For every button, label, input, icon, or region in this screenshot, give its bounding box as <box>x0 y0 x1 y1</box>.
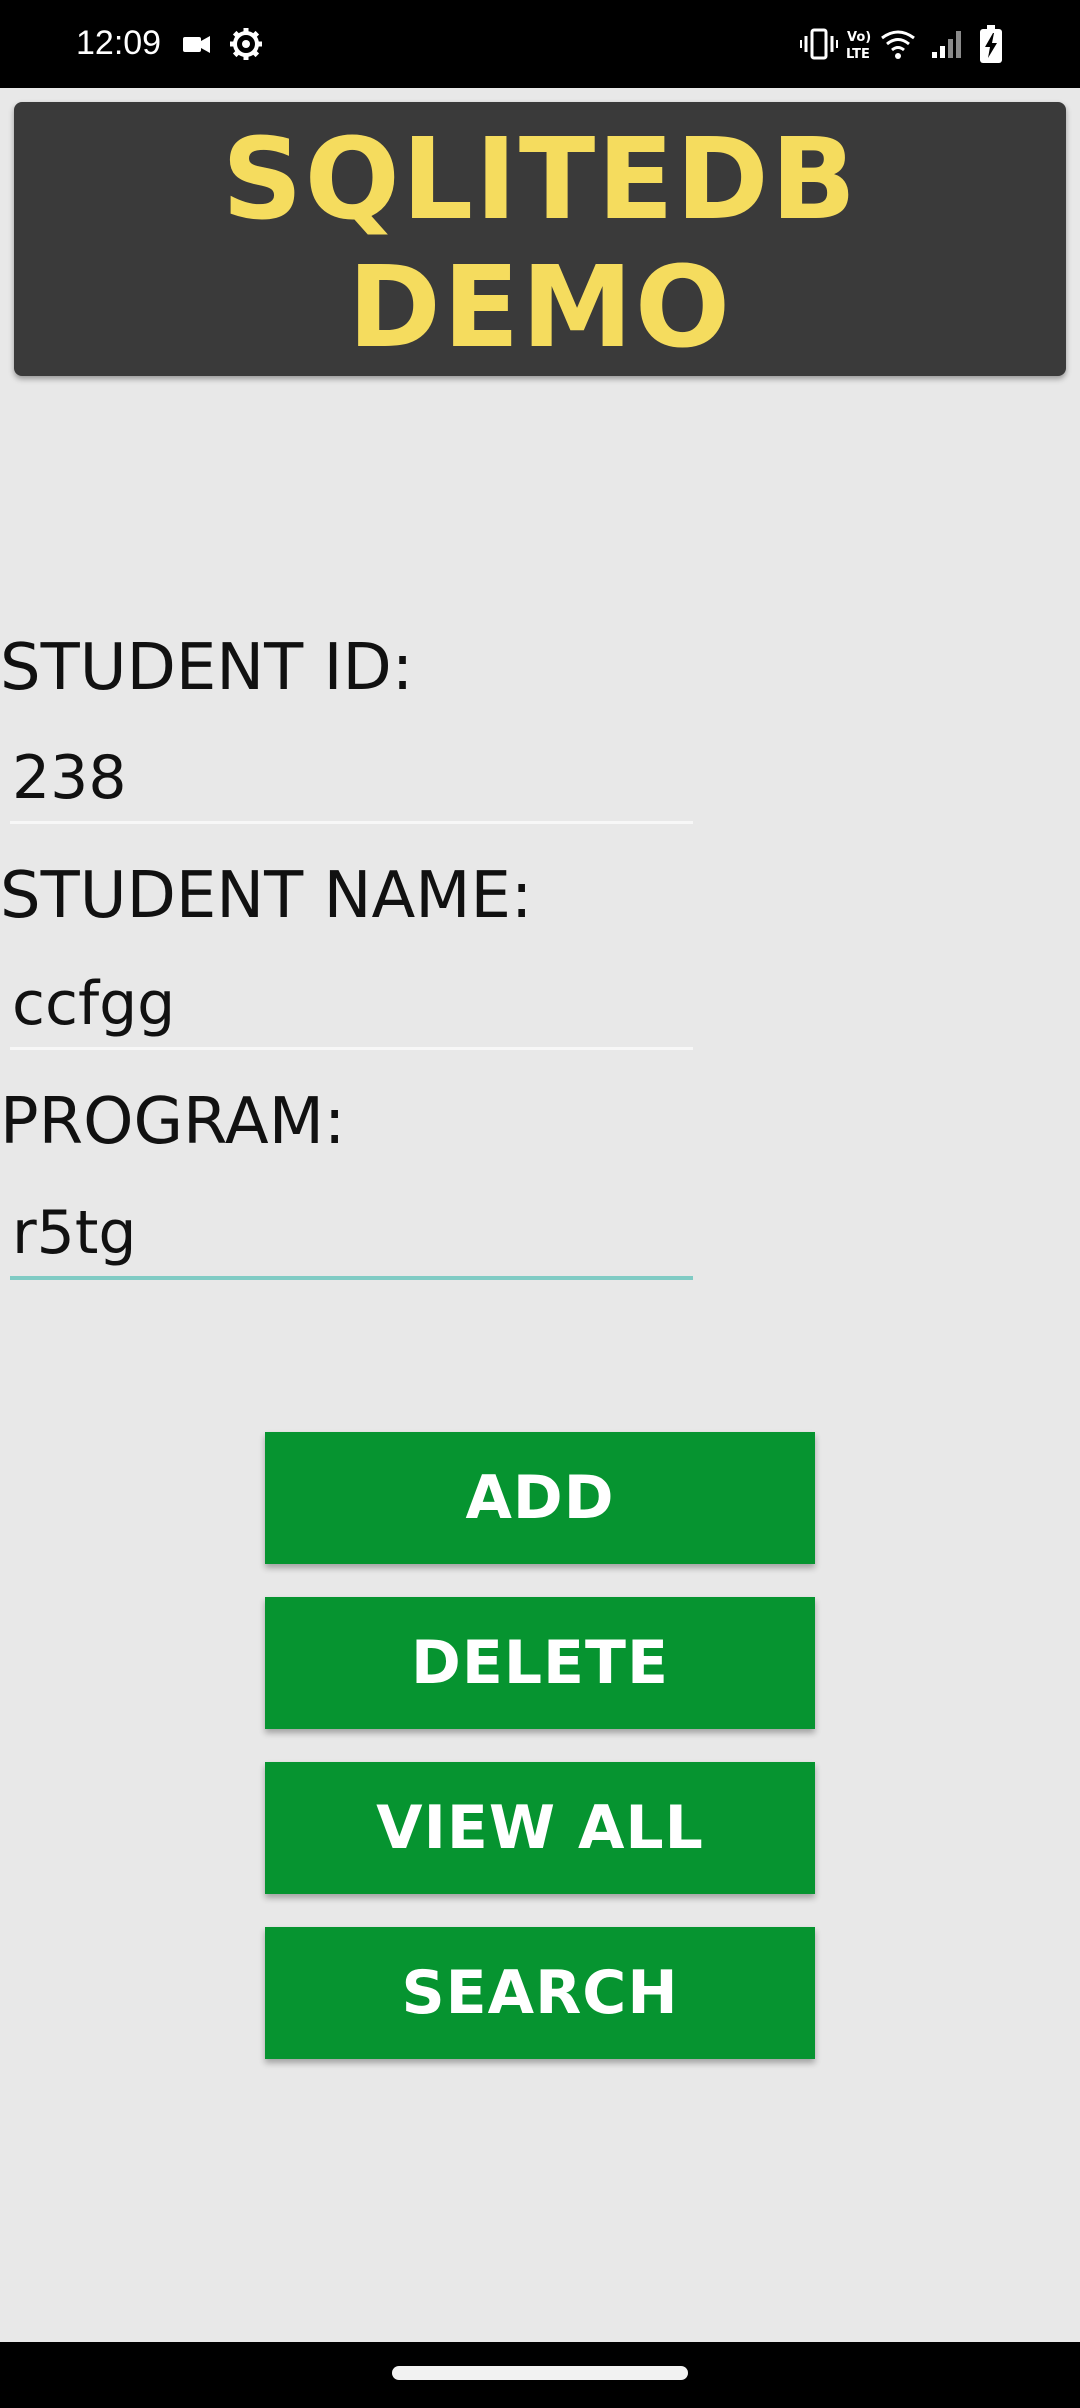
status-bar: 12:09 Vo) LTE <box>0 0 1080 88</box>
student-name-label: STUDENT NAME: <box>0 859 533 933</box>
search-button[interactable]: SEARCH <box>265 1927 815 2059</box>
view-all-button[interactable]: VIEW ALL <box>265 1762 815 1894</box>
student-id-input[interactable] <box>10 734 693 824</box>
add-button[interactable]: ADD <box>265 1432 815 1564</box>
wifi-icon <box>881 30 915 59</box>
svg-text:LTE: LTE <box>846 47 870 62</box>
vibrate-icon <box>800 28 838 60</box>
home-handle[interactable] <box>392 2366 688 2380</box>
signal-icon <box>932 31 961 58</box>
program-label: PROGRAM: <box>0 1085 346 1159</box>
navigation-bar <box>0 2342 1080 2408</box>
header-card: SQLITEDB DEMO <box>14 102 1066 376</box>
app-title: SQLITEDB DEMO <box>221 115 859 373</box>
student-id-label: STUDENT ID: <box>0 631 414 705</box>
svg-text:Vo): Vo) <box>847 30 871 45</box>
volte-icon: Vo) LTE <box>846 30 871 62</box>
program-input[interactable] <box>10 1190 693 1280</box>
status-time: 12:09 <box>76 24 162 62</box>
settings-gear-icon <box>230 28 262 60</box>
battery-charging-icon <box>980 25 1002 63</box>
student-name-input[interactable] <box>10 960 693 1050</box>
delete-button[interactable]: DELETE <box>265 1597 815 1729</box>
video-camera-icon <box>183 36 210 53</box>
